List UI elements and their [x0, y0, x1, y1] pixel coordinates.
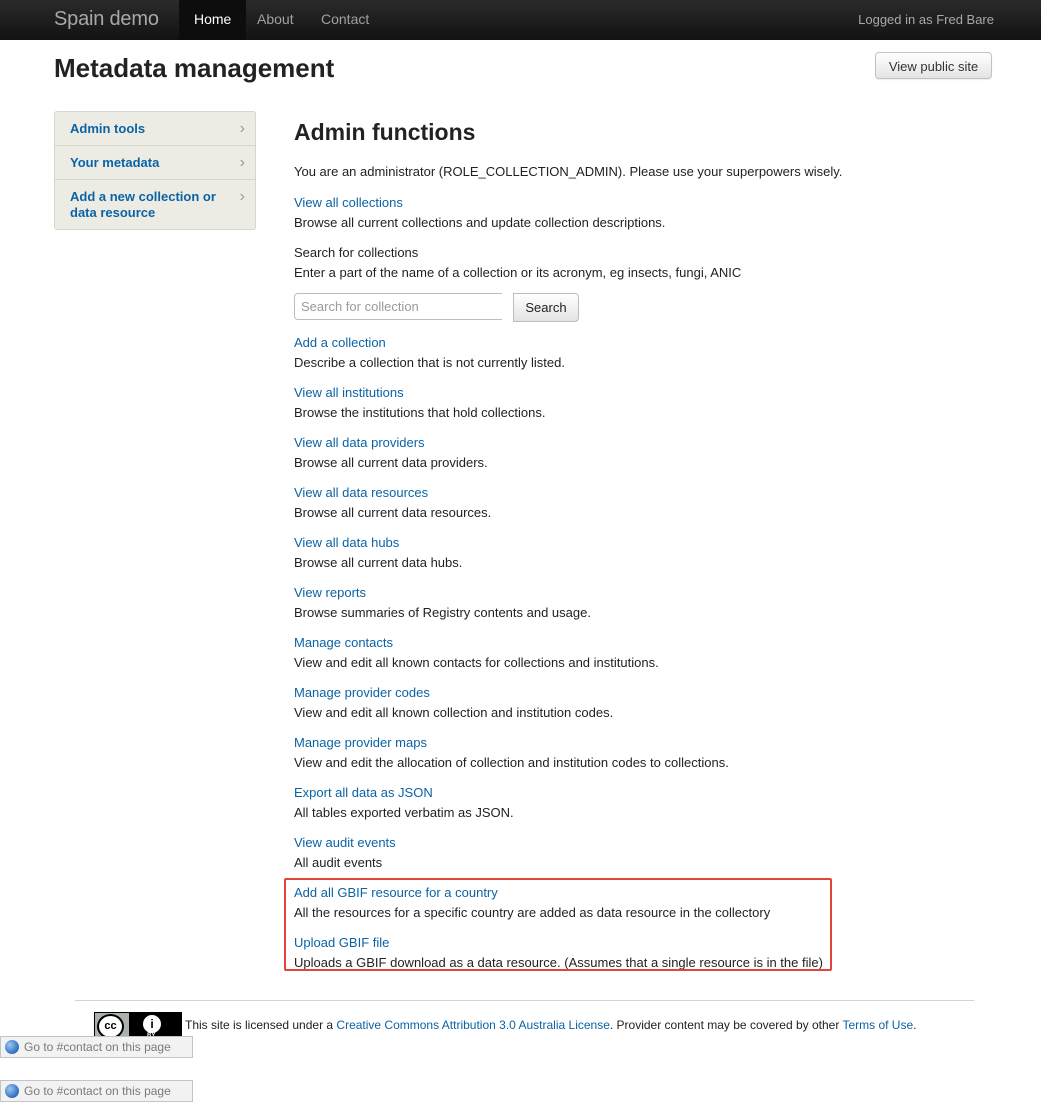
function-block: Add a collection Describe a collection t…: [294, 333, 854, 373]
function-description: Browse all current collections and updat…: [294, 215, 666, 230]
footer-divider: [75, 1000, 974, 1001]
function-block: View audit events All audit events: [294, 833, 854, 873]
view-audit-events-link[interactable]: View audit events: [294, 835, 396, 850]
admin-functions-panel: Admin functions You are an administrator…: [294, 118, 854, 973]
sidebar-item-label: Add a new collection or data resource: [70, 189, 216, 220]
logged-in-status: Logged in as Fred Bare: [858, 12, 994, 27]
view-data-resources-link[interactable]: View all data resources: [294, 485, 428, 500]
chevron-right-icon: ›: [239, 120, 245, 137]
function-description: View and edit all known collection and i…: [294, 705, 614, 720]
nav-about[interactable]: About: [257, 0, 294, 40]
sidebar-item-label: Your metadata: [70, 155, 160, 170]
gbif-highlight-box: [284, 878, 832, 971]
page-title: Metadata management: [54, 53, 335, 83]
function-description: Browse all current data providers.: [294, 455, 488, 470]
search-button[interactable]: Search: [513, 293, 579, 322]
function-block: Export all data as JSON All tables expor…: [294, 783, 854, 823]
section-title: Admin functions: [294, 119, 476, 145]
sidebar-item-admin-tools[interactable]: Admin tools ›: [55, 112, 255, 146]
function-block: Manage provider maps View and edit the a…: [294, 733, 854, 773]
function-description: All audit events: [294, 855, 383, 870]
sidebar: Admin tools › Your metadata › Add a new …: [54, 111, 256, 230]
view-institutions-link[interactable]: View all institutions: [294, 385, 404, 400]
goto-contact-tooltip[interactable]: Go to #contact on this page: [0, 1036, 193, 1058]
view-reports-link[interactable]: View reports: [294, 585, 366, 600]
attribution-icon: i: [143, 1015, 161, 1033]
search-heading: Search for collections: [294, 245, 419, 260]
goto-contact-tooltip[interactable]: Go to #contact on this page: [0, 1080, 193, 1102]
globe-icon: [5, 1084, 19, 1098]
goto-contact-label: Go to #contact on this page: [24, 1084, 171, 1098]
terms-of-use-link[interactable]: Terms of Use: [842, 1018, 913, 1032]
manage-provider-codes-link[interactable]: Manage provider codes: [294, 685, 430, 700]
export-json-link[interactable]: Export all data as JSON: [294, 785, 433, 800]
function-block: Manage provider codes View and edit all …: [294, 683, 854, 723]
license-link[interactable]: Creative Commons Attribution 3.0 Austral…: [336, 1018, 609, 1032]
sidebar-item-add-collection[interactable]: Add a new collection or data resource ›: [55, 180, 255, 229]
function-block: View all data providers Browse all curre…: [294, 433, 854, 473]
function-description: Browse all current data hubs.: [294, 555, 463, 570]
nav-contact[interactable]: Contact: [321, 0, 369, 40]
function-description: Browse summaries of Registry contents an…: [294, 605, 591, 620]
sidebar-item-your-metadata[interactable]: Your metadata ›: [55, 146, 255, 180]
function-description: Browse all current data resources.: [294, 505, 492, 520]
function-description: All tables exported verbatim as JSON.: [294, 805, 514, 820]
function-block: View all institutions Browse the institu…: [294, 383, 854, 423]
function-description: View and edit the allocation of collecti…: [294, 755, 729, 770]
sidebar-item-label: Admin tools: [70, 121, 146, 136]
function-block: View all data resources Browse all curre…: [294, 483, 854, 523]
nav-home[interactable]: Home: [179, 0, 247, 40]
function-block: Manage contacts View and edit all known …: [294, 633, 854, 673]
function-description: Browse the institutions that hold collec…: [294, 405, 546, 420]
view-all-collections-link[interactable]: View all collections: [294, 195, 403, 210]
search-description: Enter a part of the name of a collection…: [294, 265, 742, 280]
chevron-right-icon: ›: [239, 188, 245, 205]
manage-provider-maps-link[interactable]: Manage provider maps: [294, 735, 427, 750]
function-block: View all data hubs Browse all current da…: [294, 533, 854, 573]
admin-intro-text: You are an administrator (ROLE_COLLECTIO…: [294, 164, 843, 179]
search-section: Search for collections Enter a part of t…: [294, 243, 854, 283]
view-data-hubs-link[interactable]: View all data hubs: [294, 535, 399, 550]
license-text: This site is licensed under a Creative C…: [185, 1018, 916, 1032]
add-collection-link[interactable]: Add a collection: [294, 335, 386, 350]
function-block: View reports Browse summaries of Registr…: [294, 583, 854, 623]
manage-contacts-link[interactable]: Manage contacts: [294, 635, 393, 650]
function-block: View all collections Browse all current …: [294, 193, 854, 233]
top-navbar: Spain demo Home About Contact Logged in …: [0, 0, 1041, 40]
function-description: Describe a collection that is not curren…: [294, 355, 565, 370]
view-data-providers-link[interactable]: View all data providers: [294, 435, 425, 450]
search-collection-input[interactable]: [294, 293, 502, 320]
license-prefix: This site is licensed under a: [185, 1018, 337, 1032]
globe-icon: [5, 1040, 19, 1054]
goto-contact-label: Go to #contact on this page: [24, 1040, 171, 1054]
license-middle: . Provider content may be covered by oth…: [609, 1018, 843, 1032]
function-description: View and edit all known contacts for col…: [294, 655, 659, 670]
search-form: Search: [294, 293, 854, 323]
chevron-right-icon: ›: [239, 154, 245, 171]
view-public-site-button[interactable]: View public site: [875, 52, 992, 79]
brand-name[interactable]: Spain demo: [54, 8, 159, 31]
license-suffix: .: [913, 1018, 917, 1032]
